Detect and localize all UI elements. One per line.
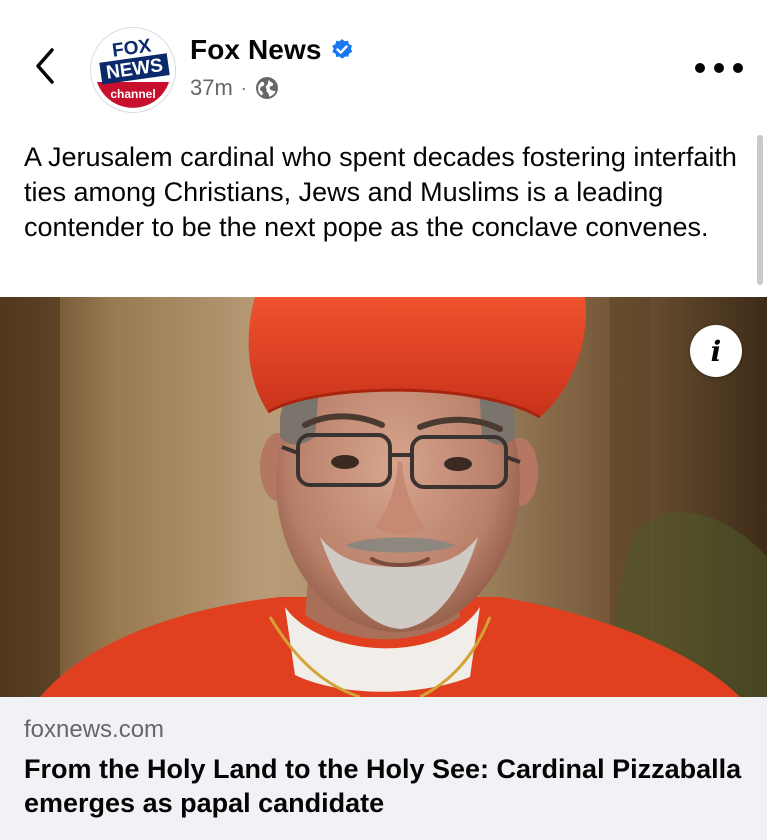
meta-separator: · — [240, 77, 247, 98]
post-meta: 37m · — [190, 72, 279, 104]
avatar[interactable]: FOX NEWS channel — [91, 28, 175, 112]
chevron-left-icon — [36, 48, 54, 84]
globe-icon — [255, 77, 278, 99]
post-text: A Jerusalem cardinal who spent decades f… — [24, 142, 737, 242]
svg-text:channel: channel — [110, 87, 155, 101]
timestamp[interactable]: 37m — [190, 75, 233, 101]
link-headline[interactable]: From the Holy Land to the Holy See: Card… — [24, 752, 744, 820]
verified-badge-icon — [331, 39, 352, 59]
more-options-button[interactable] — [695, 56, 743, 80]
back-button[interactable] — [28, 44, 62, 88]
fox-news-logo: FOX NEWS channel — [92, 29, 174, 111]
more-dot — [733, 63, 743, 73]
page-name[interactable]: Fox News — [190, 34, 322, 66]
scrollbar[interactable] — [757, 135, 763, 285]
link-domain: foxnews.com — [24, 716, 165, 743]
more-dot — [714, 63, 724, 73]
info-button[interactable]: i — [690, 325, 742, 377]
info-icon: i — [710, 334, 722, 368]
cardinal-portrait-image — [0, 297, 767, 697]
post-header: FOX NEWS channel Fox News 37m · — [0, 0, 767, 125]
name-row: Fox News — [190, 32, 354, 68]
article-photo[interactable] — [0, 297, 767, 697]
more-horizontal-icon — [695, 63, 705, 73]
